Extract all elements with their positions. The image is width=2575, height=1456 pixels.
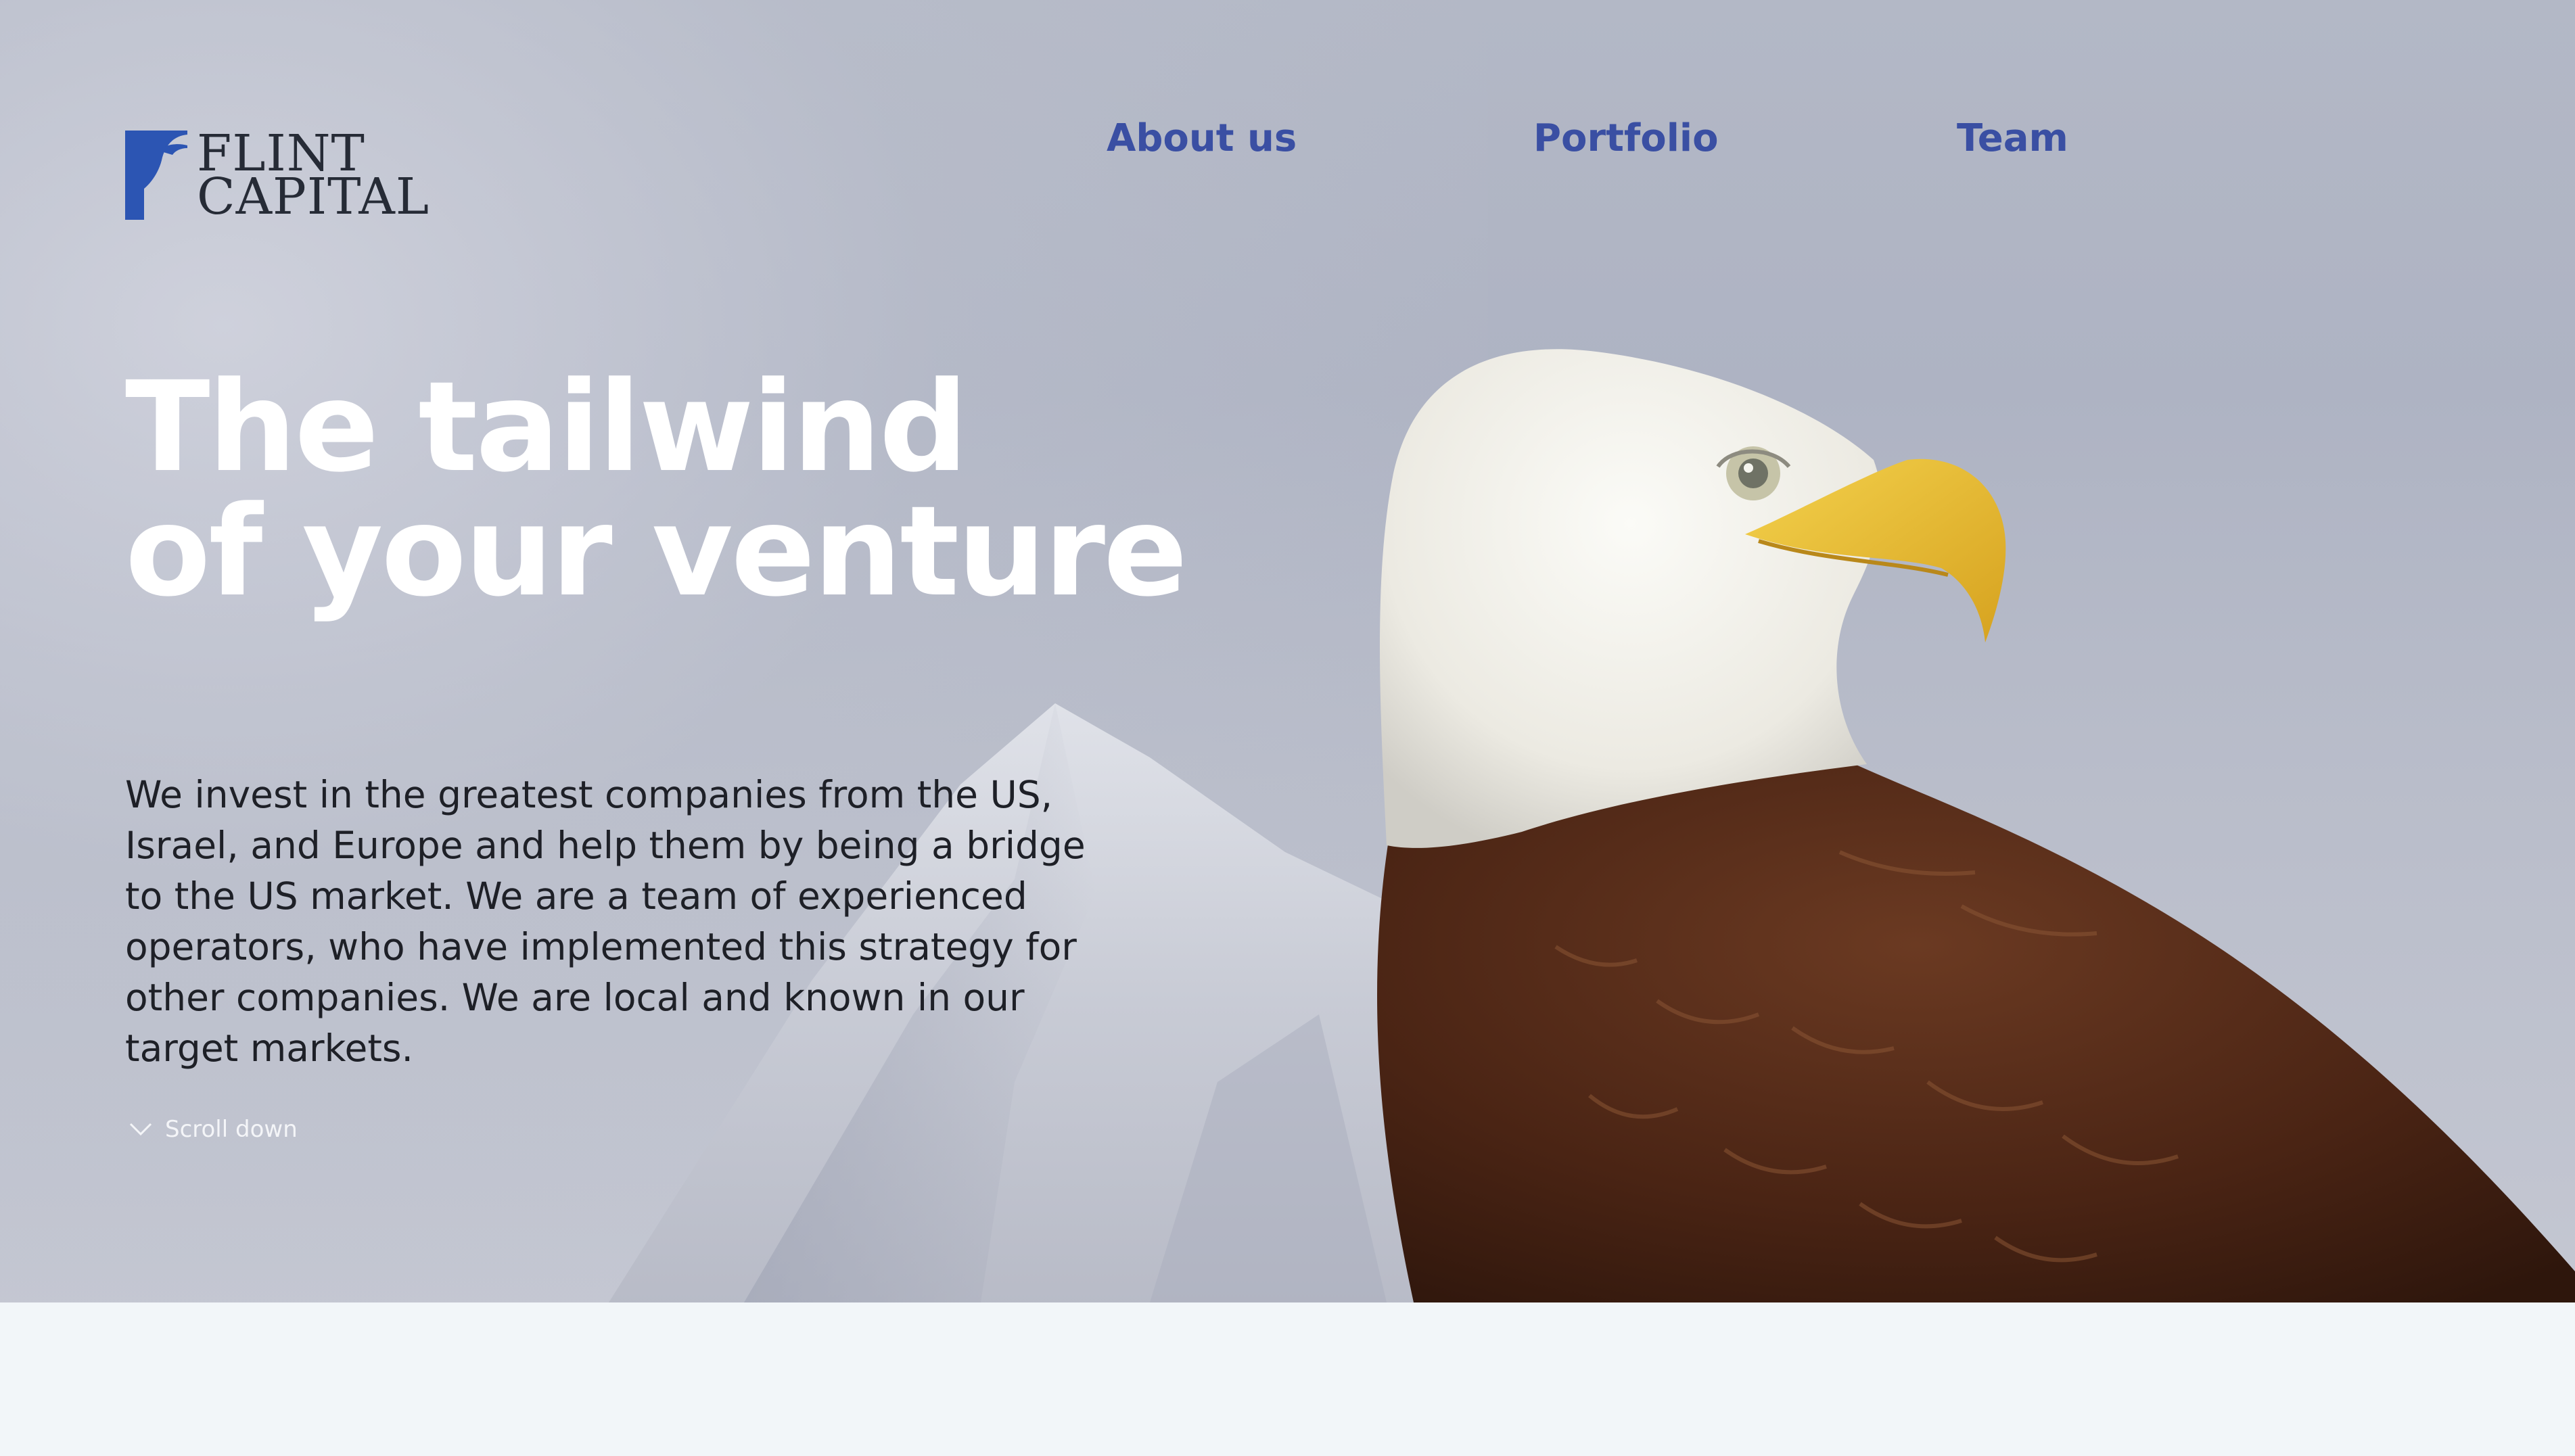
headline-line-1: The tailwind bbox=[125, 355, 968, 500]
hero-headline: The tailwind of your venture bbox=[125, 355, 1188, 624]
content-section-below bbox=[0, 1302, 2575, 1456]
chevron-down-icon bbox=[129, 1123, 152, 1136]
logo-wordmark: FLINT CAPITAL bbox=[197, 128, 430, 226]
scroll-down-label: Scroll down bbox=[165, 1116, 298, 1143]
scroll-down-link[interactable]: Scroll down bbox=[129, 1116, 298, 1143]
nav-link-team[interactable]: Team bbox=[1957, 116, 2068, 160]
nav-link-portfolio[interactable]: Portfolio bbox=[1533, 116, 1719, 160]
logo-line-2: CAPITAL bbox=[197, 168, 430, 226]
flint-capital-logo[interactable]: FLINT CAPITAL bbox=[125, 128, 430, 226]
nav-link-about-us[interactable]: About us bbox=[1107, 116, 1297, 160]
hero-intro-text: We invest in the greatest companies from… bbox=[125, 773, 1086, 1070]
headline-line-2: of your venture bbox=[125, 479, 1188, 624]
eagle-mark-icon bbox=[125, 131, 187, 220]
